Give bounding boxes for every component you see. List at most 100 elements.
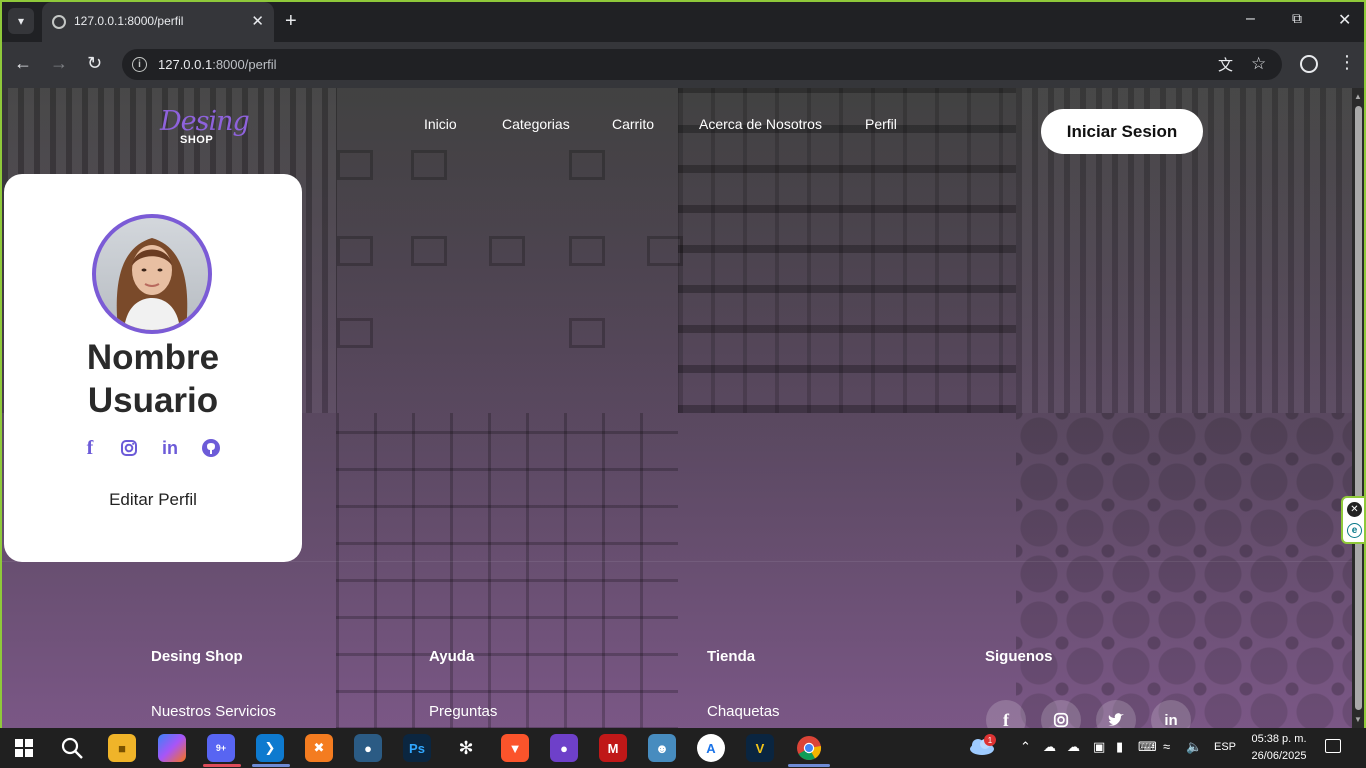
file-explorer-icon[interactable]: ■ <box>108 734 136 762</box>
windows-taskbar: ■ 9+ ❯ ✖ ● Ps ✻ ▼ ● M ☻ A V 1 ⌃ ☁ ☁ ▣ ▮ … <box>0 728 1366 768</box>
nav-link-inicio[interactable]: Inicio <box>424 116 457 132</box>
tab-search-button[interactable]: ▾ <box>8 8 34 34</box>
background-tile <box>336 88 683 413</box>
forward-button[interactable]: → <box>50 53 68 74</box>
nav-link-categorias[interactable]: Categorias <box>502 116 570 132</box>
clock[interactable]: 05:38 p. m. 26/06/2025 <box>1248 731 1310 765</box>
brave-icon[interactable]: ▼ <box>501 734 529 762</box>
clock-date: 26/06/2025 <box>1251 750 1307 762</box>
site-info-icon[interactable]: i <box>132 57 147 72</box>
footer-heading-store: Tienda <box>707 648 756 665</box>
address-bar[interactable]: i 127.0.0.1:8000/perfil 文 ☆ <box>122 49 1282 80</box>
extension-side-widget[interactable]: ✕ e <box>1341 496 1364 544</box>
volume-icon[interactable]: 🔈 <box>1186 739 1202 755</box>
facebook-icon[interactable]: f <box>78 436 102 460</box>
translate-icon[interactable]: 文 <box>1218 54 1233 75</box>
reload-button[interactable]: ↻ <box>87 53 102 74</box>
background-tile <box>336 413 678 728</box>
browser-toolbar: ← → ↻ i 127.0.0.1:8000/perfil 文 ☆ ⋮ <box>2 42 1364 88</box>
page-scrollbar[interactable]: ▲ ▼ <box>1352 88 1364 728</box>
mcafee-icon[interactable]: M <box>599 734 627 762</box>
tab-title: 127.0.0.1:8000/perfil <box>74 14 184 28</box>
weather-badge: 1 <box>984 734 996 746</box>
scroll-thumb[interactable] <box>1355 106 1362 710</box>
back-button[interactable]: ← <box>14 53 32 74</box>
user-name-last: Usuario <box>87 381 219 420</box>
clock-time: 05:38 p. m. <box>1251 733 1307 745</box>
close-circle-icon[interactable]: ✕ <box>1347 502 1362 517</box>
windows-start-icon[interactable] <box>10 734 38 762</box>
discord-badge: 9+ <box>215 743 227 753</box>
footer-link-jackets[interactable]: Chaquetas <box>707 703 780 720</box>
cloud-off-icon[interactable]: ☁ <box>1043 739 1056 755</box>
logo-subtitle: SHOP <box>180 134 214 146</box>
url-text[interactable]: 127.0.0.1:8000/perfil <box>158 57 277 72</box>
wifi-icon[interactable]: ≈ <box>1163 739 1170 754</box>
onedrive-icon[interactable]: ☁ <box>1067 739 1080 755</box>
background-tile <box>678 88 1016 413</box>
footer-heading-shop: Desing Shop <box>151 648 243 665</box>
social-links: f in <box>4 436 302 462</box>
github-icon[interactable] <box>199 436 223 460</box>
tab-perfil[interactable]: 127.0.0.1:8000/perfil ✕ <box>42 2 274 42</box>
input-method-icon[interactable]: ⌨ <box>1138 739 1157 755</box>
chevron-up-icon[interactable]: ⌃ <box>1020 739 1031 755</box>
instagram-icon[interactable] <box>117 436 141 460</box>
page-viewport: Desing SHOP Inicio Categorias Carrito Ac… <box>2 88 1352 728</box>
logo-wordmark: Desing <box>160 106 250 137</box>
new-tab-button[interactable]: + <box>285 10 297 33</box>
edit-profile-link[interactable]: Editar Perfil <box>4 490 302 510</box>
vscode-icon[interactable]: ❯ <box>256 734 284 762</box>
chrome-active-indicator <box>788 764 830 767</box>
language-indicator[interactable]: ESP <box>1214 741 1236 753</box>
footer-link-services[interactable]: Nuestros Servicios <box>151 703 276 720</box>
footer-heading-help: Ayuda <box>429 648 475 665</box>
profile-icon[interactable] <box>1300 55 1318 73</box>
footer-link-questions[interactable]: Preguntas <box>429 703 497 720</box>
linkedin-icon[interactable]: in <box>158 436 182 460</box>
extension-e-icon[interactable]: e <box>1347 523 1362 538</box>
tab-bar: ▾ 127.0.0.1:8000/perfil ✕ + – ⧉ ✕ <box>2 2 1364 42</box>
copilot-icon[interactable] <box>158 734 186 762</box>
discord-icon[interactable]: 9+ <box>207 734 235 762</box>
user-name: Nombre Usuario <box>4 336 302 422</box>
search-icon[interactable] <box>58 734 86 762</box>
login-button[interactable]: Iniciar Sesion <box>1041 109 1203 154</box>
android-studio-icon[interactable]: A <box>697 734 725 762</box>
microphone-icon[interactable]: ▮ <box>1116 739 1123 755</box>
vmix-icon[interactable]: V <box>746 734 774 762</box>
avatar-portrait <box>116 238 188 330</box>
photoshop-icon[interactable]: Ps <box>403 734 431 762</box>
url-path: :8000/perfil <box>212 57 277 72</box>
globe-icon <box>52 15 66 29</box>
mysql-workbench-icon[interactable]: ● <box>354 734 382 762</box>
nav-link-perfil[interactable]: Perfil <box>865 116 897 132</box>
xampp-icon[interactable]: ✖ <box>305 734 333 762</box>
close-tab-icon[interactable]: ✕ <box>251 12 264 30</box>
background-tile <box>1016 413 1352 728</box>
menu-icon[interactable]: ⋮ <box>1338 52 1356 73</box>
camera-icon[interactable]: ▣ <box>1093 739 1105 755</box>
bookmark-star-icon[interactable]: ☆ <box>1251 54 1266 74</box>
github-desktop-icon[interactable]: ● <box>550 734 578 762</box>
minimize-button[interactable]: – <box>1246 10 1255 28</box>
discord-active-indicator <box>203 764 241 767</box>
nav-link-acerca[interactable]: Acerca de Nosotros <box>699 116 822 132</box>
close-window-button[interactable]: ✕ <box>1338 10 1351 30</box>
browser-window: ▾ 127.0.0.1:8000/perfil ✕ + – ⧉ ✕ ← → ↻ … <box>0 0 1366 728</box>
avatar <box>92 214 212 334</box>
url-host: 127.0.0.1 <box>158 57 213 72</box>
nav-link-carrito[interactable]: Carrito <box>612 116 654 132</box>
notification-icon[interactable] <box>1325 739 1341 753</box>
user-name-first: Nombre <box>86 338 220 377</box>
chrome-icon[interactable] <box>795 734 823 762</box>
profile-card: Nombre Usuario f in Editar Perfil <box>4 174 302 562</box>
chatgpt-icon[interactable]: ✻ <box>452 734 480 762</box>
scroll-down-icon[interactable]: ▼ <box>1354 715 1362 724</box>
restore-button[interactable]: ⧉ <box>1292 10 1302 27</box>
scroll-up-icon[interactable]: ▲ <box>1354 92 1362 101</box>
footer-heading-follow: Siguenos <box>985 648 1053 665</box>
godot-icon[interactable]: ☻ <box>648 734 676 762</box>
site-logo[interactable]: Desing SHOP <box>160 106 250 148</box>
vscode-active-indicator <box>252 764 290 767</box>
